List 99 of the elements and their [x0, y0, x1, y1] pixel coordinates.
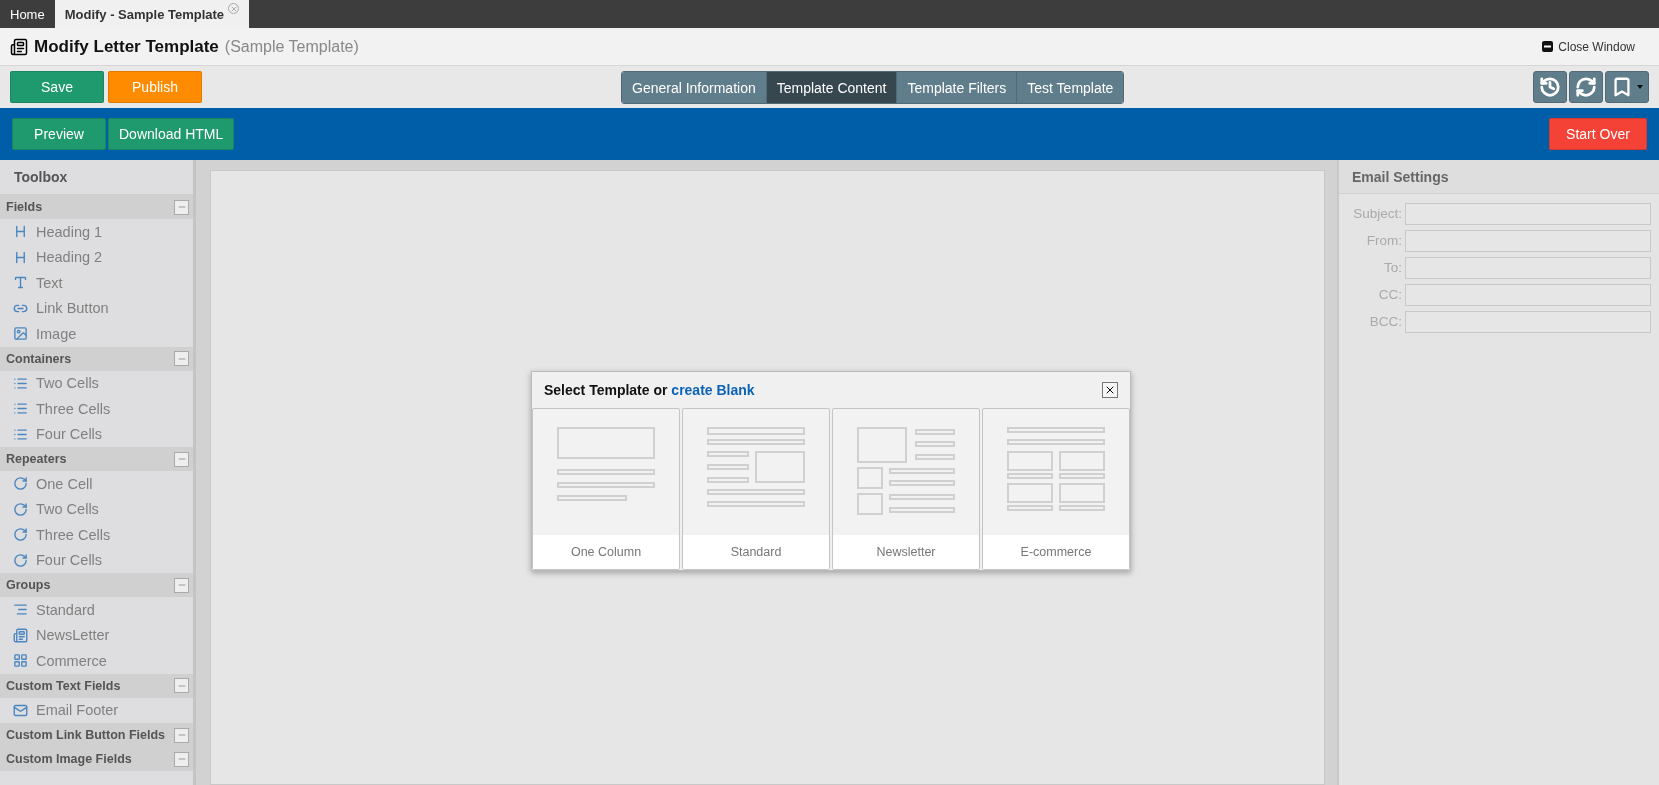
toolbox-item[interactable]: Standard — [0, 597, 193, 623]
toolbox-item[interactable]: Three Cells — [0, 522, 193, 548]
input-field[interactable] — [1405, 229, 1651, 252]
action-button[interactable]: Preview — [12, 118, 106, 150]
group-label: Custom Text Fields — [6, 678, 121, 693]
field-label: To: — [1383, 260, 1403, 275]
template-card[interactable]: E-commerce — [982, 408, 1130, 570]
item-label: Commerce — [36, 652, 107, 669]
toolbox-item[interactable]: Four Cells — [0, 421, 193, 447]
close-window-link[interactable]: Close Window — [1542, 39, 1635, 54]
step-tab[interactable]: Template Content — [765, 72, 897, 103]
toolbox-item[interactable]: Commerce — [0, 648, 193, 674]
panel-title: Email Settings — [1339, 160, 1659, 194]
input-field[interactable] — [1405, 310, 1651, 333]
history-button[interactable] — [1533, 71, 1567, 103]
group-label: Fields — [6, 200, 43, 214]
group-label: Custom Link Button Fields — [6, 728, 166, 742]
caret-icon — [1637, 85, 1643, 89]
collapse-button[interactable] — [174, 751, 189, 767]
toolbox-item[interactable]: One Cell — [0, 471, 193, 497]
item-label: Three Cells — [36, 526, 111, 543]
group-header[interactable]: Containers — [0, 346, 193, 371]
step-tab[interactable]: Template Filters — [896, 72, 1017, 103]
item-label: Image — [36, 325, 77, 342]
field-label: BCC: — [1368, 314, 1403, 329]
toolbox-item[interactable]: Image — [0, 321, 193, 347]
group-header[interactable]: Fields — [0, 195, 193, 219]
item-label: Text — [36, 274, 63, 291]
document-tab[interactable]: Modify - Sample Template — [54, 0, 250, 28]
toolbox-item[interactable]: Two Cells — [0, 496, 193, 522]
history-icon — [1539, 76, 1561, 98]
x-mark-icon — [229, 4, 238, 13]
toolbox-item[interactable]: Four Cells — [0, 547, 193, 573]
collapse-button[interactable] — [174, 199, 189, 215]
create-blank-link[interactable]: create Blank — [671, 382, 755, 398]
collapse-button[interactable] — [174, 451, 189, 467]
toolbox-item[interactable]: Heading 1 — [0, 219, 193, 245]
collapse-button[interactable] — [174, 577, 189, 593]
toolbox-item[interactable]: Email Footer — [0, 697, 193, 723]
input-field[interactable] — [1405, 283, 1651, 306]
bookmark-icon — [1611, 76, 1633, 98]
card-label: One Column — [533, 535, 679, 569]
item-label: Three Cells — [36, 400, 111, 417]
close-icon — [1104, 384, 1116, 396]
group-header[interactable]: Custom Link Button Fields — [0, 723, 193, 747]
close-button[interactable] — [1102, 382, 1118, 398]
item-label: Two Cells — [36, 375, 99, 392]
group-header[interactable]: Groups — [0, 573, 193, 597]
collapse-button[interactable] — [174, 351, 189, 366]
group-label: Groups — [6, 578, 51, 592]
action-button[interactable]: Save — [10, 71, 104, 103]
card-label: Standard — [683, 535, 829, 569]
template-card[interactable]: One Column — [532, 408, 680, 570]
toolbox-item[interactable]: Link Button — [0, 295, 193, 321]
input-field[interactable] — [1405, 256, 1651, 279]
start-over-button[interactable]: Start Over — [1549, 118, 1647, 150]
item-label: Email Footer — [36, 702, 119, 719]
item-label: Four Cells — [36, 426, 103, 443]
toolbox-item[interactable]: NewsLetter — [0, 622, 193, 648]
item-label: Four Cells — [36, 552, 103, 569]
group-header[interactable]: Repeaters — [0, 447, 193, 471]
step-tab[interactable]: General Information — [622, 72, 766, 103]
group-header[interactable]: Custom Image Fields — [0, 747, 193, 771]
card-label: E-commerce — [983, 535, 1129, 569]
toolbox-item[interactable]: Text — [0, 270, 193, 296]
dialog-title: Select Template or create Blank — [544, 382, 755, 398]
group-label: Repeaters — [6, 452, 67, 466]
item-label: Two Cells — [36, 501, 99, 518]
group-label: Containers — [6, 351, 72, 366]
toolbox-item[interactable]: Heading 2 — [0, 244, 193, 270]
refresh-icon — [1575, 76, 1597, 98]
action-button[interactable]: Download HTML — [108, 118, 235, 150]
step-tab[interactable]: Test Template — [1016, 72, 1124, 103]
item-label: NewsLetter — [36, 627, 110, 644]
field-label: CC: — [1377, 287, 1403, 302]
collapse-button[interactable] — [174, 727, 189, 743]
template-card[interactable]: Newsletter — [832, 408, 980, 570]
refresh-button[interactable] — [1569, 71, 1603, 103]
collapse-button[interactable] — [174, 678, 189, 693]
toolbox-item[interactable]: Three Cells — [0, 396, 193, 422]
item-label: Heading 1 — [36, 223, 103, 240]
item-label: Standard — [36, 601, 95, 618]
item-label: One Cell — [36, 475, 93, 492]
minus-square-icon — [1542, 41, 1554, 52]
card-label: Newsletter — [833, 535, 979, 569]
page-title: Modify Letter Template — [34, 36, 219, 57]
bookmark-button[interactable] — [1605, 71, 1649, 103]
input-field[interactable] — [1405, 202, 1651, 225]
group-label: Custom Image Fields — [6, 752, 132, 766]
newspaper-icon — [10, 37, 28, 56]
item-label: Heading 2 — [36, 249, 103, 266]
group-header[interactable]: Custom Text Fields — [0, 673, 193, 698]
field-label: Subject: — [1352, 206, 1403, 221]
template-card[interactable]: Standard — [682, 408, 830, 570]
item-label: Link Button — [36, 300, 109, 317]
toolbox-item[interactable]: Two Cells — [0, 370, 193, 396]
action-button[interactable]: Publish — [108, 71, 202, 103]
page-subtitle: (Sample Template) — [224, 37, 359, 56]
field-label: From: — [1365, 233, 1403, 248]
